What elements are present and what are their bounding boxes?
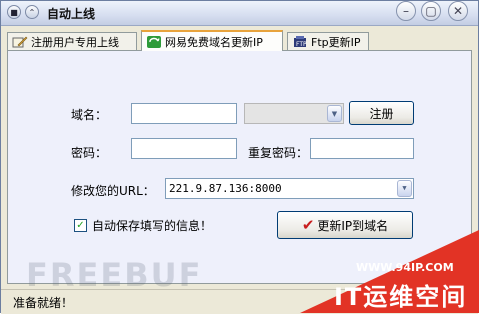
chevron-down-icon[interactable]: ▼ [397,180,412,197]
rollup-icon[interactable]: ⌃ [25,5,39,19]
minimize-icon[interactable]: – [396,1,416,21]
domain-label: 域名： [71,108,108,122]
tab-ftp-update[interactable]: FTP Ftp更新IP [287,32,369,50]
repeat-password-input[interactable] [310,138,414,159]
svg-text:FTP: FTP [296,41,307,48]
update-ip-label: 更新IP到域名 [317,218,389,233]
register-button[interactable]: 注册 [349,101,414,125]
password-label: 密码： [71,146,108,160]
domain-suffix-select[interactable]: ▼ [244,103,344,124]
tab-label: 注册用户专用上线 [31,35,119,49]
tab-strip: 注册用户专用上线 网易免费域名更新IP FTP Ftp更新IP [7,30,472,51]
status-text: 准备就绪！ [13,296,74,310]
chevron-down-icon[interactable]: ▼ [327,105,342,122]
ftp-icon: FTP [292,35,308,49]
update-ip-button[interactable]: ✔ 更新IP到域名 [277,211,413,239]
user-pencil-icon [12,35,28,49]
tab-registered-user[interactable]: 注册用户专用上线 [7,32,137,50]
url-combobox[interactable]: 221.9.87.136:8000 ▼ [165,178,414,199]
url-value: 221.9.87.136:8000 [169,182,282,195]
title-bar[interactable]: ■ ⌃ 自动上线 – ▢ ✕ [1,1,478,26]
maximize-icon[interactable]: ▢ [421,1,441,21]
tab-netease-domain[interactable]: 网易免费域名更新IP [141,30,283,51]
url-label: 修改您的URL： [71,184,155,198]
domain-input[interactable] [131,103,237,124]
autosave-label: 自动保存填写的信息！ [92,219,213,233]
window-title: 自动上线 [47,7,96,21]
close-icon[interactable]: ✕ [448,1,468,21]
promo-url: WWW.94IP.COM [356,261,454,274]
tab-label: Ftp更新IP [311,35,361,49]
tab-label: 网易免费域名更新IP [165,35,263,49]
system-menu-icon[interactable]: ■ [7,5,21,19]
password-input[interactable] [131,138,237,159]
promo-name: IT运维空间 [334,283,468,311]
refresh-icon [146,35,162,49]
watermark: FREEBUF [26,256,203,294]
autosave-checkbox[interactable]: ✓ [74,219,87,232]
tab-panel-netease: 域名： ▼ 注册 密码： 重复密码： 修改您的URL： 221.9.87.136… [7,50,472,284]
repeat-password-label: 重复密码： [248,146,309,160]
checkmark-icon: ✔ [301,216,315,234]
